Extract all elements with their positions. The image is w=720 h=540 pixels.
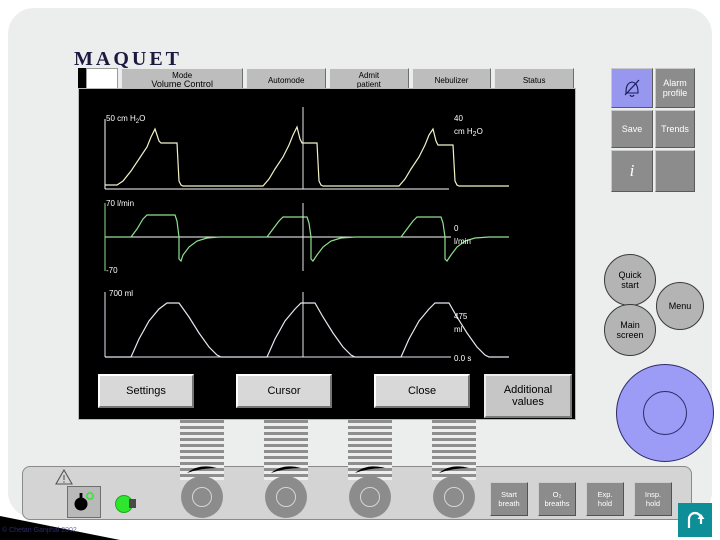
control-knob[interactable]: [265, 476, 307, 518]
automode-label: Automode: [267, 75, 305, 85]
knob-arc-icon: [271, 466, 301, 473]
alarm-profile-label-1: Alarm: [663, 78, 687, 88]
knob-arc-icon: [355, 466, 385, 473]
volume-value-unit: ml: [454, 325, 463, 334]
alarm-silence-button[interactable]: [611, 68, 653, 108]
menu-label: Menu: [668, 301, 692, 311]
trends-button[interactable]: Trends: [655, 110, 695, 148]
insp-hold-button[interactable]: Insp. hold: [634, 482, 672, 516]
quick-start-label-1: Quick: [618, 270, 642, 280]
control-knob[interactable]: [349, 476, 391, 518]
quick-start-button[interactable]: Quick start: [604, 254, 656, 306]
admit-patient-label-1: Admit: [358, 71, 380, 80]
alarm-profile-label-2: profile: [662, 88, 688, 98]
flow-waveform-group: 70 l/min -70 0 l/min: [104, 199, 509, 275]
o2-breaths-label-1: O₂: [552, 490, 562, 499]
time-axis-label: 0.0 s: [454, 354, 471, 363]
additional-values-button[interactable]: Additional values: [484, 374, 572, 418]
additional-values-label-1: Additional: [503, 384, 553, 396]
warning-triangle-icon: [55, 468, 73, 485]
insp-hold-label-1: Insp.: [644, 490, 662, 499]
blank-button[interactable]: [655, 150, 695, 192]
volume-waveform-group: 700 ml 475 ml 0.0 s: [104, 289, 509, 363]
volume-scale-label: 700 ml: [109, 289, 133, 298]
insp-hold-label-2: hold: [645, 499, 661, 508]
o2-breaths-label-2: breaths: [544, 499, 570, 508]
pressure-value: 40: [454, 114, 463, 123]
start-breath-button[interactable]: Start breath: [490, 482, 528, 516]
pressure-waveform-group: 50 cm H2O 40 cm H2O: [104, 107, 509, 190]
pressure-value-unit: cm H2O: [454, 127, 483, 138]
control-knob[interactable]: [181, 476, 223, 518]
close-label: Close: [407, 385, 437, 397]
flow-value-unit: l/min: [454, 237, 471, 246]
save-label: Save: [621, 124, 643, 134]
settings-button[interactable]: Settings: [98, 374, 194, 408]
status-label: Status: [522, 75, 546, 85]
quick-start-label-2: start: [621, 280, 639, 290]
knob-arc-icon: [439, 466, 469, 473]
waveform-screen: 50 cm H2O 40 cm H2O 70 l/min -70 0 l/min…: [78, 88, 576, 420]
ventilator-chassis: MAQUET Mode Volume Control Automode Admi…: [8, 8, 714, 520]
u-turn-arrow-icon: [687, 511, 705, 528]
copyright-text: © Chetan Ganjihal 2002: [2, 527, 77, 534]
knob-arc-icon: [187, 466, 217, 473]
cursor-label: Cursor: [267, 385, 301, 397]
flow-scale-label-bottom: -70: [106, 266, 118, 275]
bell-silenced-icon: [624, 79, 640, 97]
o2-breaths-button[interactable]: O₂ breaths: [538, 482, 576, 516]
waveform-canvas: 50 cm H2O 40 cm H2O 70 l/min -70 0 l/min…: [104, 107, 509, 363]
alarm-profile-button[interactable]: Alarm profile: [655, 68, 695, 108]
flow-value: 0: [454, 224, 459, 233]
info-label: i: [629, 161, 635, 180]
power-icon: [74, 492, 94, 511]
led-connector: [129, 499, 136, 508]
pressure-scale-label: 50 cm H2O: [106, 114, 145, 125]
main-screen-label-1: Main: [620, 320, 640, 330]
info-button[interactable]: i: [611, 150, 653, 192]
main-screen-label-2: screen: [616, 330, 644, 340]
screen-button-row: Settings Cursor Close Additional values: [86, 374, 572, 418]
control-knob[interactable]: [433, 476, 475, 518]
start-breath-label-1: Start: [501, 490, 517, 499]
settings-label: Settings: [126, 385, 166, 397]
exp-hold-button[interactable]: Exp. hold: [586, 482, 624, 516]
volume-value: 475: [454, 312, 468, 321]
exp-hold-label-2: hold: [597, 499, 613, 508]
additional-values-label-2: values: [512, 396, 544, 408]
menu-button[interactable]: Menu: [656, 282, 704, 330]
return-badge[interactable]: [678, 503, 712, 537]
cursor-button[interactable]: Cursor: [236, 374, 332, 408]
main-screen-button[interactable]: Main screen: [604, 304, 656, 356]
start-breath-label-2: breath: [498, 499, 520, 508]
close-button[interactable]: Close: [374, 374, 470, 408]
save-button[interactable]: Save: [611, 110, 653, 148]
power-button[interactable]: [67, 486, 101, 518]
nebulizer-label: Nebulizer: [434, 75, 469, 85]
flow-scale-label-top: 70 l/min: [106, 199, 134, 208]
trends-label: Trends: [661, 124, 689, 134]
exp-hold-label-1: Exp.: [597, 490, 613, 499]
rotary-dial[interactable]: [616, 364, 714, 462]
